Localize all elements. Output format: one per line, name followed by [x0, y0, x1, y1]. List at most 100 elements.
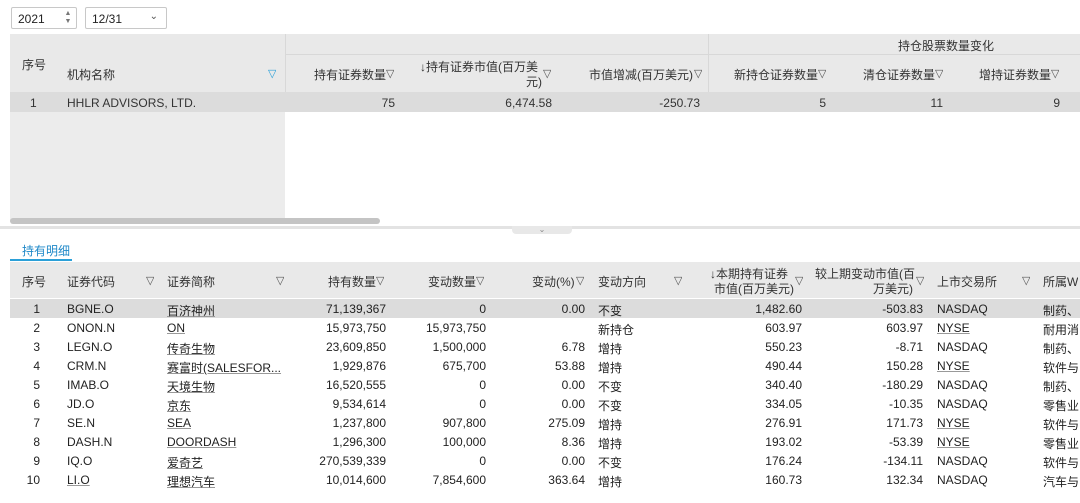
horizontal-scrollbar[interactable]: [10, 218, 380, 224]
toolbar: 2021 ▲ ▼ 12/31 ⌄: [0, 0, 1080, 34]
cell-seq: 6: [33, 397, 40, 411]
table-row[interactable]: 3 LEGN.O 传奇生物 23,609,850 1,500,000 6.78 增持 550.…: [10, 337, 1080, 356]
holdings-table: 序号 证券代码 ▽ 证券简称 ▽ 持有数量 ▽ 变动数量 ▽ 变动(%) ▽ 变…: [10, 262, 1080, 503]
cell-market-value: 550.23: [765, 340, 802, 354]
filter-icon[interactable]: ▽: [795, 274, 803, 287]
header-market-value-2: 市值(百万美元): [714, 282, 794, 296]
filter-icon[interactable]: ▽: [694, 67, 702, 80]
cell-market-value: 490.44: [765, 359, 802, 373]
cell-mv-change: -8.71: [895, 340, 923, 354]
table-row[interactable]: 9 IQ.O 爱奇艺 270,539,339 0 0.00 不变 176.24 -134.11 N…: [10, 451, 1080, 470]
cell-market-value: 334.05: [765, 397, 802, 411]
cell-direction: 增持: [598, 475, 623, 489]
cell-quantity: 1,237,800: [332, 416, 386, 430]
cell-short-name[interactable]: SEA: [167, 416, 287, 430]
filter-icon[interactable]: ▽: [276, 274, 284, 287]
header-seq: 序号: [22, 58, 47, 72]
cell-market-value: 603.97: [765, 321, 802, 335]
filter-icon[interactable]: ▽: [935, 67, 943, 80]
cell-seq: 5: [33, 378, 40, 392]
chevron-down-icon: ⌄: [149, 11, 158, 22]
cell-mv-change: -53.39: [888, 435, 923, 449]
cell-market-value: 176.24: [765, 454, 802, 468]
tab-holdings-detail[interactable]: 持有明细: [22, 242, 70, 259]
cell-short-name[interactable]: 传奇生物: [167, 340, 287, 357]
collapse-chevron-icon[interactable]: ⌄: [512, 226, 572, 234]
cell-code: IMAB.O: [67, 378, 110, 392]
cell-short-name[interactable]: 天境生物: [167, 378, 287, 395]
filter-icon[interactable]: ▽: [674, 274, 682, 287]
cell-code: JD.O: [67, 397, 95, 411]
cell-seq: 8: [33, 435, 40, 449]
cell-seq: 10: [26, 473, 40, 487]
cell-short-name[interactable]: 赛富时(SALESFOR...: [167, 359, 287, 376]
cell-industry: 软件与: [1043, 418, 1080, 432]
table-row[interactable]: 6 JD.O 京东 9,534,614 0 0.00 不变 334.05 -10.35 NASDA…: [10, 394, 1080, 413]
header-hold-count: 持有证券数量: [314, 68, 387, 82]
filter-icon[interactable]: ▽: [476, 274, 484, 287]
cell-seq: 7: [33, 416, 40, 430]
table-row[interactable]: 4 CRM.N 赛富时(SALESFOR... 1,929,876 675,700 53.…: [10, 356, 1080, 375]
cell-short-name[interactable]: 百济神州: [167, 302, 287, 319]
filter-icon[interactable]: ▽: [386, 67, 394, 80]
cell-industry: 软件与: [1043, 456, 1080, 470]
date-select[interactable]: 12/31 ⌄: [85, 7, 167, 29]
table-row[interactable]: 10 LI.O 理想汽车 10,014,600 7,854,600 363.64 增持 160…: [10, 470, 1080, 489]
cell-change-quantity: 0: [479, 302, 486, 316]
header-mv-change-2: 万美元): [873, 282, 913, 296]
cell-quantity: 270,539,339: [319, 454, 386, 468]
header-hold-value-1[interactable]: ↓持有证券市值(百万美: [420, 58, 538, 75]
cell-mv-change: 171.73: [886, 416, 923, 430]
cell-short-name[interactable]: 京东: [167, 397, 287, 414]
header-short-name: 证券简称: [167, 275, 216, 289]
cell-exchange: NYSE: [937, 416, 970, 430]
table-row[interactable]: 1 HHLR ADVISORS, LTD. 75 6,474.58 -250.7…: [10, 92, 1080, 112]
spinner-arrows-icon[interactable]: ▲ ▼: [63, 10, 73, 26]
cell-change-quantity: 15,973,750: [425, 321, 486, 335]
header-change-quantity: 变动数量: [428, 275, 477, 289]
tab-active-indicator: [10, 259, 72, 261]
cell-quantity: 15,973,750: [325, 321, 386, 335]
cell-industry: 软件与: [1043, 361, 1080, 375]
filter-icon[interactable]: ▽: [1022, 274, 1030, 287]
cell-market-value: 160.73: [765, 473, 802, 487]
table-row[interactable]: 7 SE.N SEA 1,237,800 907,800 275.09 增持 276.91 17…: [10, 413, 1080, 432]
header-exchange: 上市交易所: [937, 275, 998, 289]
cell-add-count: 9: [1053, 96, 1060, 110]
cell-industry: 制药、: [1043, 304, 1080, 318]
filter-icon[interactable]: ▽: [1051, 67, 1059, 80]
cell-exchange: NYSE: [937, 359, 970, 373]
year-spinner[interactable]: 2021 ▲ ▼: [11, 7, 77, 29]
cell-change-quantity: 1,500,000: [432, 340, 486, 354]
table-row[interactable]: 5 IMAB.O 天境生物 16,520,555 0 0.00 不变 340.40 -180.2…: [10, 375, 1080, 394]
cell-short-name[interactable]: DOORDASH: [167, 435, 287, 449]
cell-short-name[interactable]: 爱奇艺: [167, 454, 287, 471]
filter-icon[interactable]: ▽: [146, 274, 154, 287]
cell-code: IQ.O: [67, 454, 93, 468]
cell-short-name[interactable]: 理想汽车: [167, 473, 287, 490]
cell-value-change: -250.73: [659, 96, 700, 110]
header-industry: 所属W: [1043, 275, 1079, 289]
cell-exchange: NASDAQ: [937, 473, 988, 487]
cell-short-name[interactable]: ON: [167, 321, 287, 335]
filter-icon[interactable]: ▽: [818, 67, 826, 80]
header-quantity: 持有数量: [328, 275, 377, 289]
cell-change-quantity: 907,800: [442, 416, 486, 430]
table-row[interactable]: 8 DASH.N DOORDASH 1,296,300 100,000 8.36 增持 193…: [10, 432, 1080, 451]
filter-icon[interactable]: ▽: [576, 274, 584, 287]
cell-direction: 增持: [598, 418, 623, 432]
cell-seq: 1: [33, 302, 40, 316]
header-hold-value-2: 元): [526, 75, 542, 89]
cell-direction: 不变: [598, 456, 623, 470]
cell-change-quantity: 675,700: [442, 359, 486, 373]
cell-code: DASH.N: [67, 435, 113, 449]
filter-icon[interactable]: ▽: [268, 67, 276, 80]
cell-market-value: 193.02: [765, 435, 802, 449]
cell-industry: 制药、: [1043, 342, 1080, 356]
cell-quantity: 71,139,367: [325, 302, 386, 316]
filter-icon[interactable]: ▽: [543, 67, 551, 80]
table-row[interactable]: 2 ONON.N ON 15,973,750 15,973,750 新持仓 603.97 60…: [10, 318, 1080, 337]
filter-icon[interactable]: ▽: [376, 274, 384, 287]
table-row[interactable]: 1 BGNE.O 百济神州 71,139,367 0 0.00 不变 1,482.60 -503…: [10, 299, 1080, 318]
filter-icon[interactable]: ▽: [916, 274, 924, 287]
